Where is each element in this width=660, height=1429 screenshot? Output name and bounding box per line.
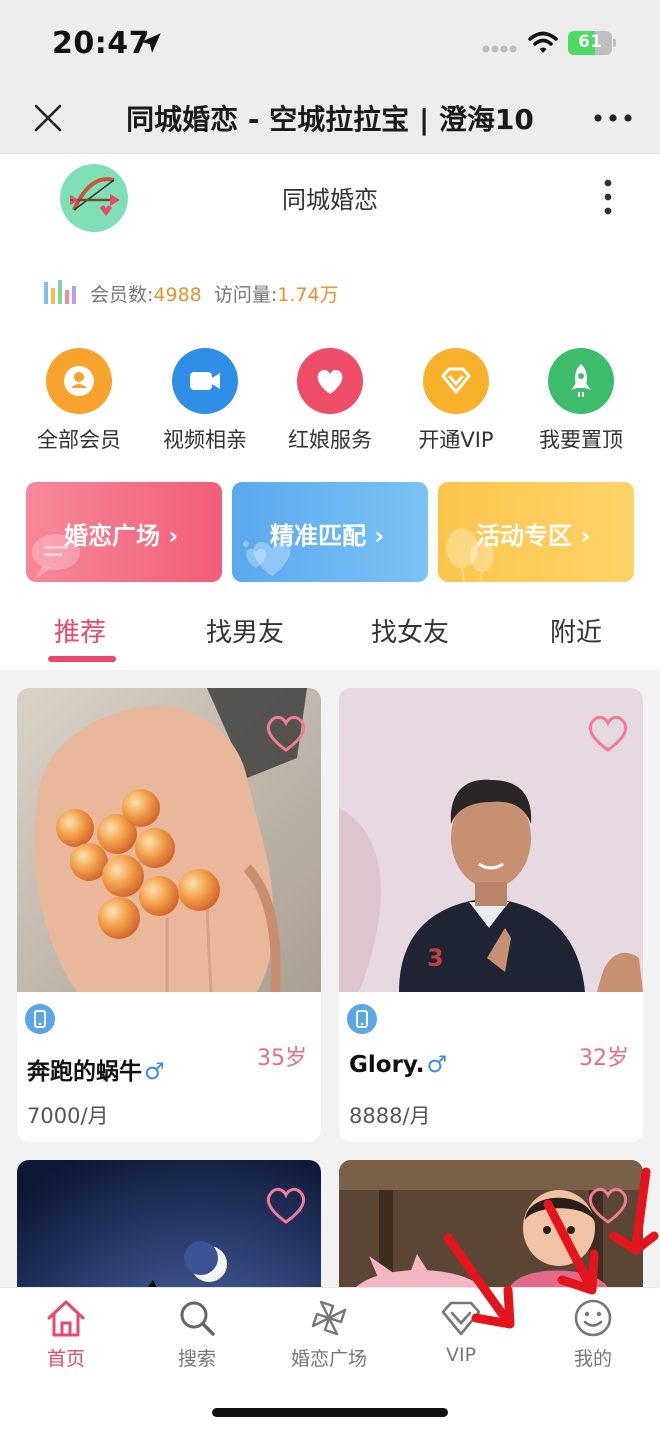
wechat-title-bar: 同城婚恋 - 空城拉拉宝 | 澄海10 xyxy=(0,84,660,154)
banner-events[interactable]: 活动专区 › xyxy=(438,482,634,582)
tab-find-girlfriend[interactable]: 找女友 xyxy=(371,612,449,649)
phone-verified-icon xyxy=(347,1004,377,1034)
quick-link-label: 全部会员 xyxy=(37,428,121,452)
like-heart-icon[interactable] xyxy=(585,1184,631,1226)
bow-arrow-icon xyxy=(69,177,120,216)
nav-vip[interactable]: VIP xyxy=(406,1296,516,1374)
profile-photo[interactable] xyxy=(17,688,321,992)
status-time: 20:47 xyxy=(52,26,150,61)
heart-icon xyxy=(317,369,343,394)
site-logo[interactable] xyxy=(60,164,128,232)
quick-link-label: 开通VIP xyxy=(418,428,494,452)
male-gender-icon: ♂ xyxy=(426,1052,448,1078)
profile-photo[interactable] xyxy=(339,1160,643,1290)
nav-label: 我的 xyxy=(573,1348,612,1370)
visits-count: 1.74万 xyxy=(277,284,339,306)
profile-income: 7000/月 xyxy=(27,1104,109,1128)
site-name: 同城婚恋 xyxy=(282,186,378,214)
quick-link-label: 视频相亲 xyxy=(163,428,247,452)
active-tab-indicator xyxy=(48,656,116,662)
battery-icon: 61 xyxy=(568,31,616,55)
profile-card[interactable] xyxy=(339,1160,643,1290)
nav-search[interactable]: 搜索 xyxy=(142,1296,252,1374)
nav-label: 婚恋广场 xyxy=(290,1348,367,1370)
banner-label: 活动专区 › xyxy=(476,522,591,550)
wifi-icon xyxy=(528,31,558,53)
quick-link-open-vip[interactable]: 开通VIP xyxy=(396,348,516,458)
nav-label: 搜索 xyxy=(177,1348,216,1370)
nav-home[interactable]: 首页 xyxy=(11,1296,121,1374)
like-heart-icon[interactable] xyxy=(263,712,309,754)
profile-name: 奔跑的蜗牛♂ xyxy=(27,1059,165,1085)
phone-verified-icon xyxy=(25,1004,55,1034)
home-icon xyxy=(47,1300,85,1337)
nav-mine[interactable]: 我的 xyxy=(538,1296,648,1374)
more-options-icon[interactable] xyxy=(592,110,634,126)
screen: 20:47 61 同城婚恋 - 空城拉拉宝 | 澄海10 同城婚恋 会员数:49… xyxy=(0,0,660,1429)
search-icon xyxy=(180,1301,215,1336)
tab-nearby[interactable]: 附近 xyxy=(550,612,602,649)
cellular-signal-icon xyxy=(482,45,517,53)
banner-label: 精准匹配 › xyxy=(270,522,385,550)
visits-label: 访问量: xyxy=(213,284,278,306)
tab-find-boyfriend[interactable]: 找男友 xyxy=(206,612,284,649)
like-heart-icon[interactable] xyxy=(263,1184,309,1226)
banner-marriage-square[interactable]: 婚恋广场 › xyxy=(26,482,222,582)
nav-marriage-square[interactable]: 婚恋广场 xyxy=(274,1296,384,1374)
profile-photo[interactable]: 3 xyxy=(339,688,643,992)
diamond-icon xyxy=(441,367,471,394)
banner-label: 婚恋广场 › xyxy=(64,522,179,550)
status-bar: 20:47 61 xyxy=(0,0,660,84)
nav-label: 首页 xyxy=(46,1348,85,1370)
battery-percent: 61 xyxy=(578,32,602,52)
site-menu-icon[interactable] xyxy=(598,178,618,216)
tab-recommended[interactable]: 推荐 xyxy=(54,612,106,649)
bar-chart-icon xyxy=(44,280,76,304)
profile-age: 35岁 xyxy=(257,1046,307,1071)
rocket-icon xyxy=(571,364,591,397)
page-title: 同城婚恋 - 空城拉拉宝 | 澄海10 xyxy=(126,103,534,136)
quick-link-pin-top[interactable]: 我要置顶 xyxy=(521,348,641,458)
bottom-nav: 首页 搜索 婚恋广场 VIP 我的 xyxy=(0,1287,660,1429)
smiley-icon xyxy=(574,1299,612,1337)
quick-link-label: 红娘服务 xyxy=(288,428,372,452)
svg-text:3: 3 xyxy=(427,944,444,972)
home-indicator xyxy=(212,1408,448,1417)
close-icon[interactable] xyxy=(30,100,66,136)
quick-link-all-members[interactable]: 全部会员 xyxy=(19,348,139,458)
like-heart-icon[interactable] xyxy=(585,712,631,754)
profile-name: Glory.♂ xyxy=(349,1052,448,1078)
member-icon xyxy=(64,366,94,396)
profile-card[interactable]: 3 Glory.♂ 32岁 8888/月 xyxy=(339,688,643,1142)
location-arrow-icon xyxy=(141,33,161,53)
diamond-icon xyxy=(441,1301,481,1336)
video-icon xyxy=(190,372,220,390)
members-label: 会员数: xyxy=(90,284,154,306)
profile-feed[interactable]: 奔跑的蜗牛♂ 35岁 7000/月 3 Glory.♂ 32岁 8888/月 xyxy=(0,670,660,1290)
profile-age: 32岁 xyxy=(579,1046,629,1071)
profile-card[interactable] xyxy=(17,1160,321,1290)
quick-link-video-dating[interactable]: 视频相亲 xyxy=(145,348,265,458)
profile-photo[interactable] xyxy=(17,1160,321,1290)
banner-precise-match[interactable]: 精准匹配 › xyxy=(232,482,428,582)
nav-label: VIP xyxy=(445,1344,477,1366)
pinwheel-icon xyxy=(311,1300,347,1336)
profile-income: 8888/月 xyxy=(349,1104,431,1128)
members-count: 4988 xyxy=(153,284,202,306)
quick-link-matchmaker[interactable]: 红娘服务 xyxy=(270,348,390,458)
profile-card[interactable]: 奔跑的蜗牛♂ 35岁 7000/月 xyxy=(17,688,321,1142)
male-gender-icon: ♂ xyxy=(144,1059,165,1085)
quick-link-label: 我要置顶 xyxy=(539,428,623,452)
